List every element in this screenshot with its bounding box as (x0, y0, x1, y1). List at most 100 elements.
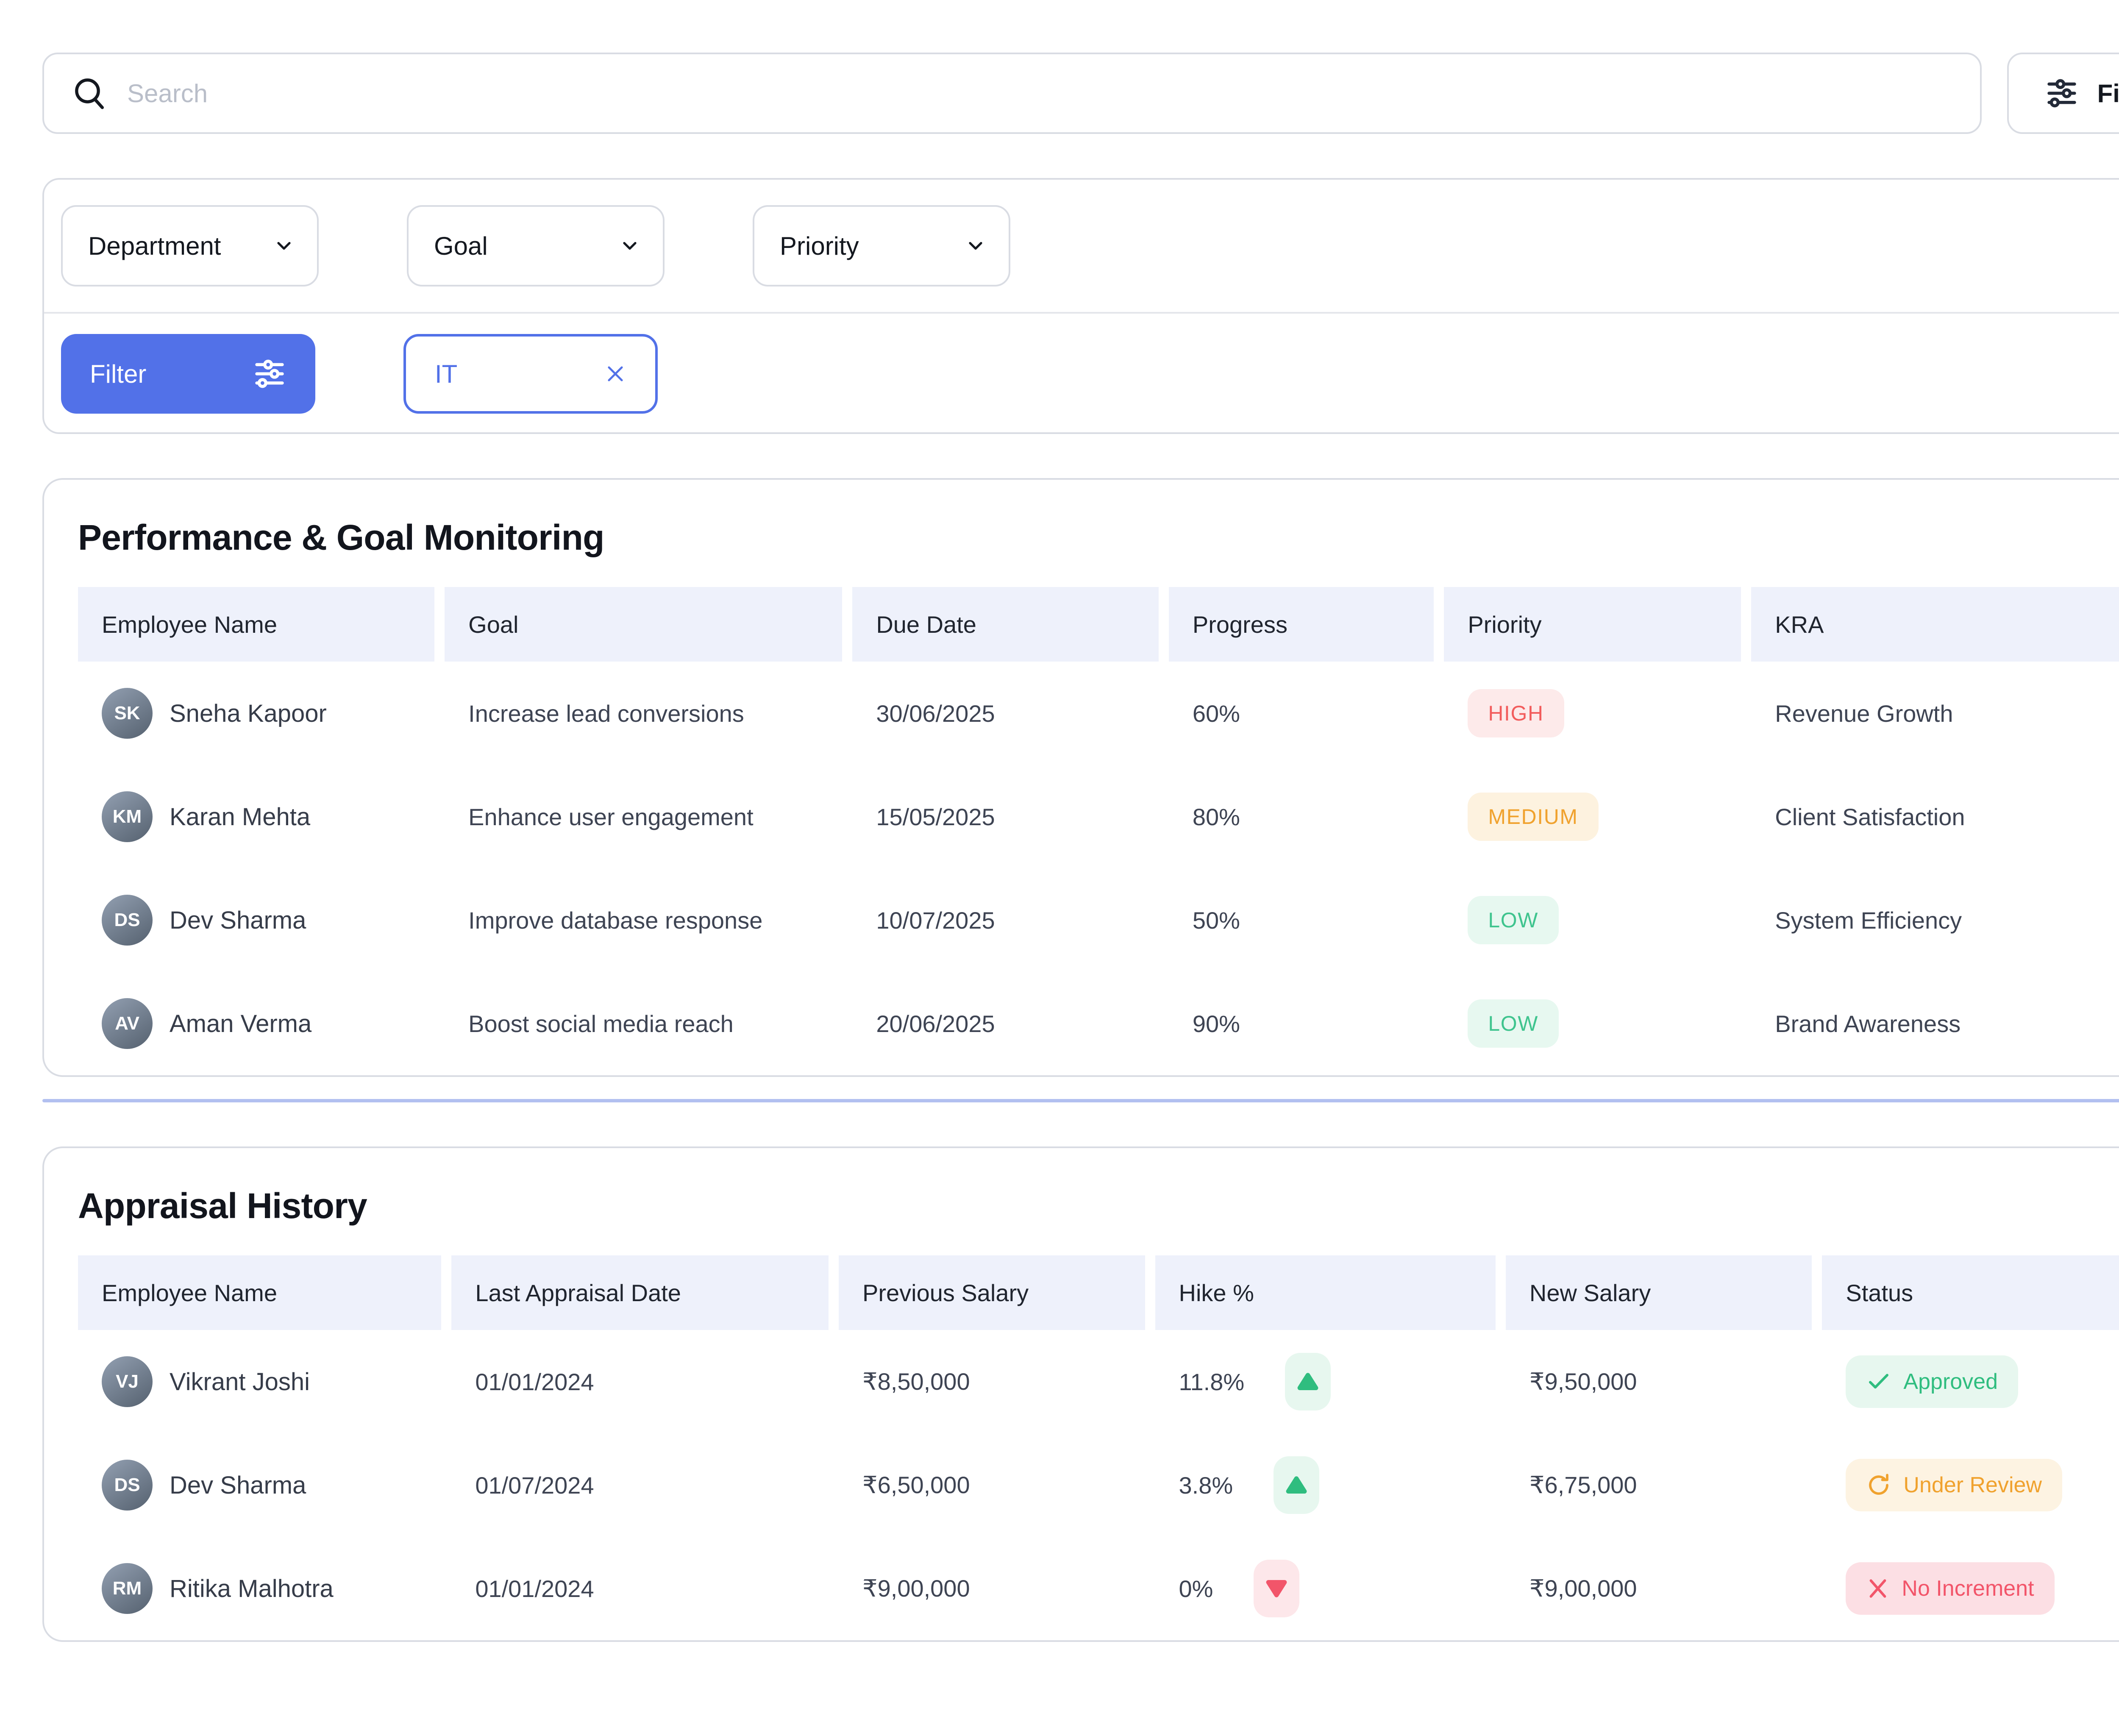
appraisal-table-body: VJ Vikrant Joshi 01/01/2024 ₹8,50,000 11.8% ₹… (78, 1330, 2119, 1640)
column-header: Status (1822, 1255, 2119, 1330)
new-salary-cell: ₹6,75,000 (1506, 1471, 1812, 1499)
column-header: Hike % (1155, 1255, 1496, 1330)
employee-name: Ritika Malhotra (170, 1575, 334, 1603)
progress-cell: 90% (1169, 1010, 1434, 1038)
appraisal-section-head: Appraisal History View all (78, 1185, 2119, 1227)
table-row: AVAman VermaBoost social media reach20/0… (78, 972, 2119, 1075)
hike-value: 11.8% (1179, 1368, 1245, 1396)
employee-cell: AVAman Verma (78, 998, 434, 1049)
last-appraisal-date-cell: 01/07/2024 (451, 1472, 829, 1499)
goal-cell: Enhance user engagement (445, 803, 842, 831)
performance-section: Performance & Goal Monitoring View all E… (42, 478, 2119, 1077)
hr-dashboard-page: Filter Create Department Goal Priority (0, 0, 2119, 1736)
appraisal-section: Appraisal History View all Employee Name… (42, 1146, 2119, 1642)
filter-dropdown-row: Department Goal Priority (44, 180, 2119, 312)
progress-cell: 50% (1169, 907, 1434, 934)
column-header: Last Appraisal Date (451, 1255, 829, 1330)
check-icon (1866, 1369, 1891, 1394)
appraisal-table-header: Employee NameLast Appraisal DatePrevious… (78, 1255, 2119, 1330)
employee-name: Vikrant Joshi (170, 1368, 310, 1396)
priority-badge: LOW (1468, 896, 1559, 944)
chevron-down-icon (619, 235, 641, 257)
filter-panel: Department Goal Priority Filter IT (42, 178, 2119, 434)
column-header: Employee Name (78, 587, 434, 662)
column-header: Priority (1444, 587, 1741, 662)
table-row: DSDev Sharma 01/07/2024 ₹6,50,000 3.8% ₹6,75… (78, 1433, 2119, 1537)
column-header: Progress (1169, 587, 1434, 662)
search-icon (71, 75, 108, 112)
priority-cell: MEDIUM (1444, 793, 1741, 841)
hike-value: 3.8% (1179, 1472, 1233, 1499)
trend-up-chip (1285, 1353, 1331, 1410)
table-row: KMKaran MehtaEnhance user engagement15/0… (78, 765, 2119, 868)
refresh-icon (1866, 1472, 1891, 1498)
avatar: DS (102, 895, 153, 946)
column-header: Previous Salary (839, 1255, 1145, 1330)
last-appraisal-date-cell: 01/01/2024 (451, 1368, 829, 1396)
applied-filter-row: Filter IT (44, 314, 2119, 432)
x-icon (1866, 1577, 1890, 1600)
search-input[interactable] (127, 79, 1953, 108)
status-label: No Increment (1902, 1576, 2034, 1601)
last-appraisal-date-cell: 01/01/2024 (451, 1575, 829, 1602)
previous-salary-cell: ₹6,50,000 (839, 1471, 1145, 1499)
performance-table-body: SKSneha KapoorIncrease lead conversions3… (78, 662, 2119, 1075)
table-row: RM Ritika Malhotra 01/01/2024 ₹9,00,000 0% ₹9… (78, 1537, 2119, 1640)
avatar: SK (102, 688, 153, 739)
chevron-down-icon (965, 235, 987, 257)
status-cell: Under Review (1822, 1459, 2119, 1511)
status-label: Under Review (1903, 1472, 2042, 1498)
section-divider (42, 1099, 2119, 1102)
column-header: Goal (445, 587, 842, 662)
employee-name: Dev Sharma (170, 906, 306, 935)
priority-cell: LOW (1444, 896, 1741, 944)
sliders-icon (2045, 76, 2079, 110)
avatar: RM (102, 1563, 153, 1614)
new-salary-cell: ₹9,00,000 (1506, 1575, 1812, 1602)
apply-filter-button[interactable]: Filter (61, 334, 315, 414)
status-cell: No Increment (1822, 1562, 2119, 1615)
status-cell: Approved (1822, 1355, 2119, 1408)
column-header: KRA (1751, 587, 2119, 662)
previous-salary-cell: ₹8,50,000 (839, 1368, 1145, 1396)
appraisal-title: Appraisal History (78, 1185, 367, 1227)
employee-cell: RM Ritika Malhotra (78, 1563, 441, 1614)
status-badge: Approved (1846, 1355, 2018, 1408)
table-row: VJVikrant Joshi01/01/2024₹8,50,00011.8%₹… (78, 1330, 2119, 1433)
employee-cell: DSDev Sharma (78, 1460, 441, 1511)
previous-salary-cell: ₹9,00,000 (839, 1575, 1145, 1602)
column-header: Employee Name (78, 1255, 441, 1330)
kra-cell: Revenue Growth (1751, 700, 2119, 727)
hike-cell: 11.8% (1155, 1353, 1496, 1410)
department-dropdown[interactable]: Department (61, 205, 319, 287)
due-date-cell: 30/06/2025 (852, 700, 1159, 727)
priority-badge: LOW (1468, 999, 1559, 1048)
hike-cell: 0% (1155, 1560, 1496, 1617)
performance-section-head: Performance & Goal Monitoring View all (78, 517, 2119, 558)
table-row: SKSneha KapoorIncrease lead conversions3… (78, 662, 2119, 765)
trend-down-chip (1254, 1560, 1299, 1617)
close-icon[interactable] (604, 363, 626, 385)
search-box[interactable] (42, 53, 1982, 134)
filter-button[interactable]: Filter (2007, 53, 2119, 134)
progress-cell: 80% (1169, 803, 1434, 831)
progress-cell: 60% (1169, 700, 1434, 727)
priority-cell: LOW (1444, 999, 1741, 1048)
employee-cell: VJ Vikrant Joshi (78, 1356, 441, 1407)
kra-cell: System Efficiency (1751, 907, 2119, 934)
column-header: New Salary (1506, 1255, 1812, 1330)
table-row: DSDev SharmaImprove database response10/… (78, 868, 2119, 972)
priority-badge: MEDIUM (1468, 793, 1598, 841)
due-date-cell: 20/06/2025 (852, 1010, 1159, 1038)
employee-cell: DS Dev Sharma (78, 895, 434, 946)
active-filter-chip[interactable]: IT (403, 334, 658, 414)
employee-name: Sneha Kapoor (170, 699, 327, 728)
top-toolbar: Filter Create (42, 53, 2119, 134)
priority-dropdown[interactable]: Priority (753, 205, 1010, 287)
due-date-cell: 10/07/2025 (852, 907, 1159, 934)
avatar: VJ (102, 1356, 153, 1407)
employee-cell: KMKaran Mehta (78, 791, 434, 842)
performance-title: Performance & Goal Monitoring (78, 517, 604, 558)
goal-dropdown[interactable]: Goal (407, 205, 665, 287)
column-header: Due Date (852, 587, 1159, 662)
